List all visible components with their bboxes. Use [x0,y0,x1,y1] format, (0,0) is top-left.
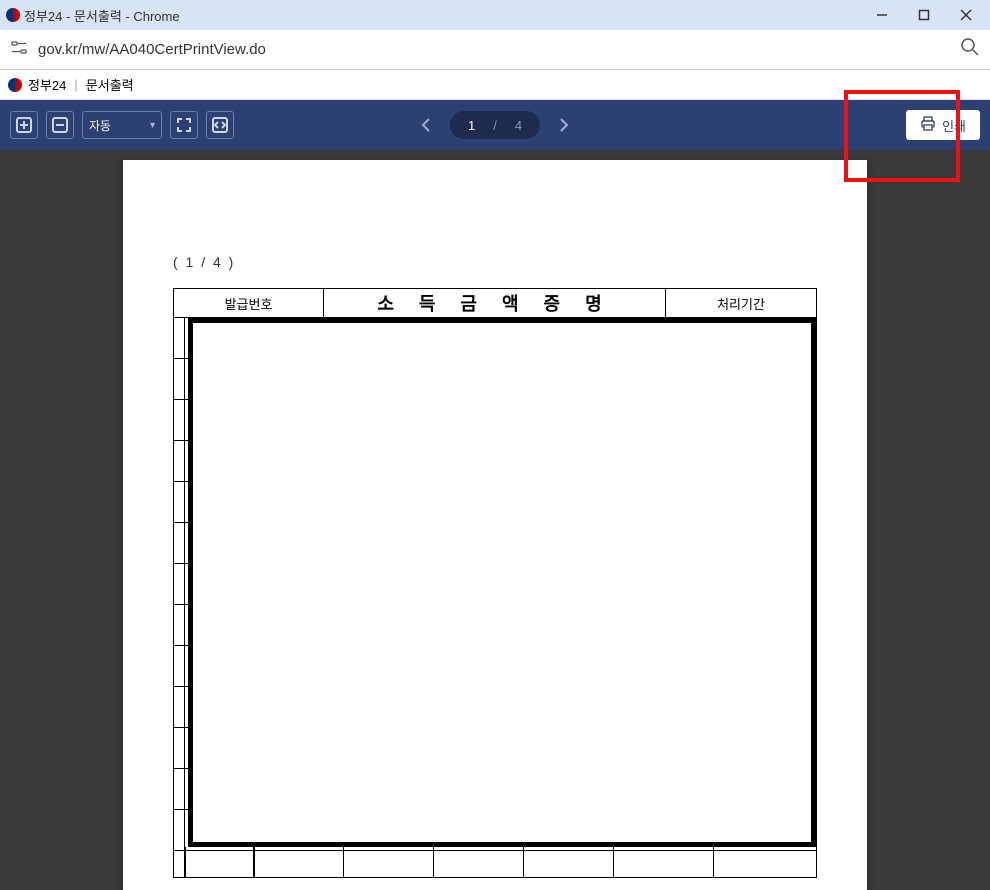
current-page[interactable]: 1 [468,118,475,133]
fullscreen-button[interactable] [170,111,198,139]
page-indicator-pill: 1 / 4 [450,111,540,139]
fit-width-button[interactable] [206,111,234,139]
redacted-overlay [188,318,816,847]
page-header: 정부24 | 문서출력 [0,70,990,100]
chevron-down-icon: ▾ [150,120,155,131]
zoom-out-button[interactable] [46,111,74,139]
page-navigator: 1 / 4 [416,111,574,139]
window-title-text: 정부24 - 문서출력 - Chrome [24,6,180,25]
section-name: 문서출력 [86,75,134,94]
minimize-icon[interactable] [874,7,890,23]
document-body-table [173,318,817,878]
next-page-button[interactable] [554,115,574,135]
zoom-indicator-icon[interactable] [960,37,980,62]
window-titlebar: 정부24 - 문서출력 - Chrome [0,0,990,30]
printer-icon [920,116,936,135]
print-button-label: 인쇄 [942,116,966,135]
breadcrumb-separator: | [74,77,77,92]
print-button[interactable]: 인쇄 [906,110,980,140]
zoom-mode-label: 자동 [89,117,111,134]
maximize-icon[interactable] [916,7,932,23]
url-text[interactable]: gov.kr/mw/AA040CertPrintView.do [38,41,950,58]
close-icon[interactable] [958,7,974,23]
gov24-logo-icon [8,78,22,92]
document-bottom-row [174,847,816,877]
pdf-toolbar: 자동 ▾ 1 / 4 인쇄 [0,100,990,150]
zoom-mode-select[interactable]: 자동 ▾ [82,111,162,139]
address-bar: gov.kr/mw/AA040CertPrintView.do [0,30,990,70]
document-viewer[interactable]: ( 1 / 4 ) 발급번호 소 득 금 액 증 명 처리기간 [0,150,990,890]
document-header-row: 발급번호 소 득 금 액 증 명 처리기간 [173,288,817,318]
doc-header-process-period: 처리기간 [666,289,816,317]
doc-header-issue-no: 발급번호 [174,289,324,317]
document-page: ( 1 / 4 ) 발급번호 소 득 금 액 증 명 처리기간 [123,160,867,890]
prev-page-button[interactable] [416,115,436,135]
site-name: 정부24 [28,75,66,94]
doc-title: 소 득 금 액 증 명 [324,289,666,317]
zoom-in-button[interactable] [10,111,38,139]
page-separator: / [493,118,497,133]
total-pages: 4 [515,118,522,133]
page-counter-text: ( 1 / 4 ) [173,254,817,270]
taegeuk-icon [6,8,20,22]
site-settings-icon[interactable] [10,39,28,60]
